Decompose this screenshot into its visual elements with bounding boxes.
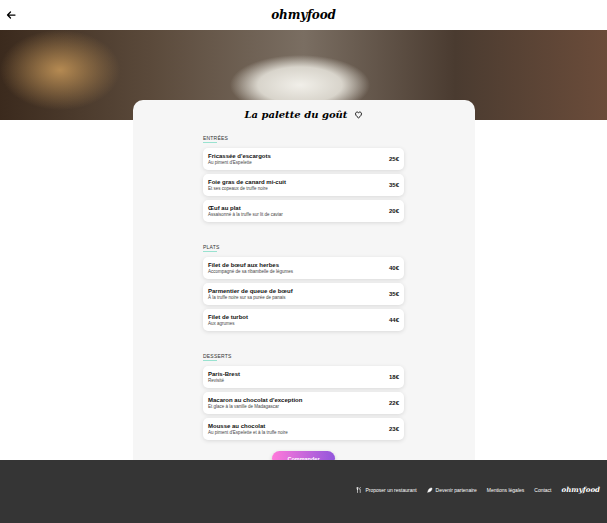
dish-card[interactable]: Filet de bœuf aux herbesAccompagné de sa… (203, 257, 404, 279)
dish-name: Parmentier de queue de bœuf (208, 288, 293, 294)
dish-description: Aux agrumes (208, 321, 248, 326)
dish-description: Au piment d'Espelette et à la truffe noi… (208, 430, 288, 435)
dish-name: Œuf au plat (208, 205, 283, 211)
section-title: ENTRÉES (203, 135, 228, 143)
dish-price: 35€ (389, 291, 399, 297)
dish-text: Filet de turbotAux agrumes (208, 314, 248, 326)
dish-price: 44€ (389, 317, 399, 323)
leaf-icon (427, 487, 433, 493)
dish-text: Mousse au chocolatAu piment d'Espelette … (208, 423, 288, 435)
dish-text: Paris-BrestRevisité (208, 371, 240, 383)
dish-card[interactable]: Parmentier de queue de bœufÀ la truffe n… (203, 283, 404, 305)
footer: Proposer un restaurant Devenir partenaire… (0, 460, 607, 523)
dish-text: Fricassée d'escargotsAu piment d'Espelet… (208, 153, 271, 165)
footer-link[interactable]: Proposer un restaurant (356, 487, 416, 493)
dish-description: Revisité (208, 378, 240, 383)
dish-list: Paris-BrestRevisité 18€ Macaron au chocola… (203, 366, 404, 440)
dish-price: 25€ (389, 156, 399, 162)
dish-name: Foie gras de canard mi-cuit (208, 179, 286, 185)
dish-description: À la truffe noire sur sa purée de panais (208, 295, 293, 300)
dish-list: Fricassée d'escargotsAu piment d'Espelet… (203, 148, 404, 222)
dish-description: Au piment d'Espelette (208, 160, 271, 165)
dish-name: Paris-Brest (208, 371, 240, 377)
dish-description: Assaisonné à la truffe sur lit de caviar (208, 212, 283, 217)
top-header: ohmyfood (0, 0, 607, 30)
footer-link[interactable]: Mentions légales (487, 487, 525, 493)
dish-card[interactable]: Macaron au chocolat d'exceptionEt glace … (203, 392, 404, 414)
dish-card[interactable]: Fricassée d'escargotsAu piment d'Espelet… (203, 148, 404, 170)
logo[interactable]: ohmyfood (271, 8, 335, 22)
dish-price: 22€ (389, 400, 399, 406)
dish-card[interactable]: Mousse au chocolatAu piment d'Espelette … (203, 418, 404, 440)
dish-text: Parmentier de queue de bœufÀ la truffe n… (208, 288, 293, 300)
dish-text: Œuf au platAssaisonné à la truffe sur li… (208, 205, 283, 217)
dish-card[interactable]: Paris-BrestRevisité 18€ (203, 366, 404, 388)
title-row: La palette du goût (244, 109, 362, 120)
dish-name: Filet de bœuf aux herbes (208, 262, 293, 268)
dish-list: Filet de bœuf aux herbesAccompagné de sa… (203, 257, 404, 331)
menu-sections: ENTRÉESFricassée d'escargotsAu piment d'… (203, 126, 404, 440)
heart-icon[interactable] (354, 110, 363, 119)
dish-card[interactable]: Filet de turbotAux agrumes 44€ (203, 309, 404, 331)
footer-link-label: Proposer un restaurant (365, 487, 416, 493)
footer-link-label: Contact (534, 487, 551, 493)
dish-name: Fricassée d'escargots (208, 153, 271, 159)
dish-card[interactable]: Foie gras de canard mi-cuitEt ses copeau… (203, 174, 404, 196)
footer-link-label: Devenir partenaire (436, 487, 477, 493)
dish-text: Filet de bœuf aux herbesAccompagné de sa… (208, 262, 293, 274)
dish-price: 18€ (389, 374, 399, 380)
dish-text: Foie gras de canard mi-cuitEt ses copeau… (208, 179, 286, 191)
footer-link[interactable]: Contact (534, 487, 551, 493)
main-area: La palette du goûtENTRÉESFricassée d'esc… (0, 120, 607, 460)
dish-description: Et ses copeaux de truffe noire (208, 186, 286, 191)
dish-text: Macaron au chocolat d'exceptionEt glace … (208, 397, 302, 409)
menu-section: ENTRÉES Fricassée d'escargotsAu piment d'… (203, 126, 404, 222)
dish-price: 23€ (389, 426, 399, 432)
dish-description: Et glace à la vanille de Madagascar (208, 404, 302, 409)
menu-section: PLATS Filet de bœuf aux herbesAccompagné … (203, 235, 404, 331)
restaurant-name: La palette du goût (244, 109, 347, 120)
section-title: PLATS (203, 244, 219, 252)
footer-link-label: Mentions légales (487, 487, 525, 493)
section-title: DESSERTS (203, 353, 231, 361)
menu-card: La palette du goût ENTRÉES Fricassée d'esc… (133, 100, 475, 460)
dish-description: Accompagné de sa ribambelle de légumes (208, 269, 293, 274)
dish-name: Filet de turbot (208, 314, 248, 320)
dish-name: Mousse au chocolat (208, 423, 288, 429)
cutlery-icon (356, 487, 362, 493)
back-arrow-icon[interactable] (5, 9, 17, 21)
footer-logo[interactable]: ohmyfood (562, 485, 600, 494)
dish-name: Macaron au chocolat d'exception (208, 397, 302, 403)
dish-price: 20€ (389, 208, 399, 214)
footer-link[interactable]: Devenir partenaire (427, 487, 477, 493)
dish-card[interactable]: Œuf au platAssaisonné à la truffe sur li… (203, 200, 404, 222)
dish-price: 40€ (389, 265, 399, 271)
menu-section: DESSERTS Paris-BrestRevisité 18€ Macaron au… (203, 344, 404, 440)
dish-price: 35€ (389, 182, 399, 188)
